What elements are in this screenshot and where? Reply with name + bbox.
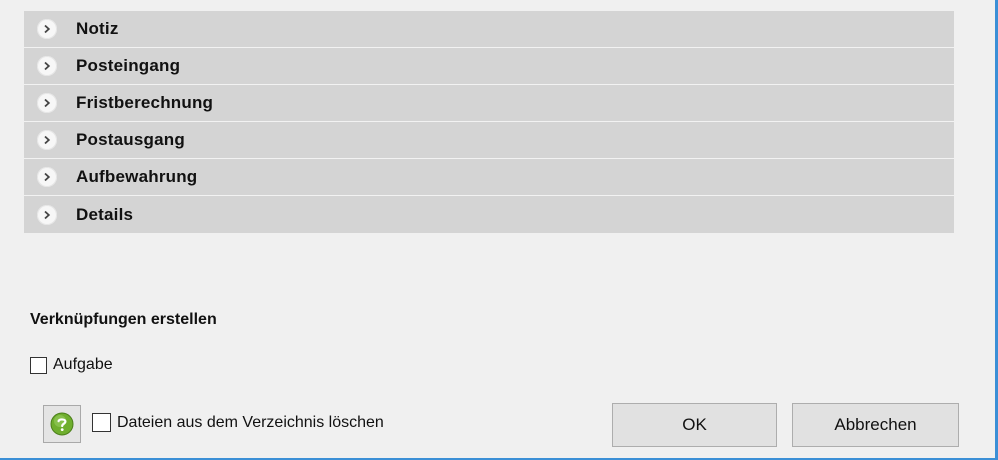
section-aufbewahrung[interactable]: Aufbewahrung — [24, 159, 954, 196]
chevron-right-icon — [37, 167, 57, 187]
chevron-right-icon — [37, 204, 57, 225]
section-label: Notiz — [76, 19, 119, 38]
section-notiz[interactable]: Notiz — [24, 11, 954, 48]
ok-button[interactable]: OK — [612, 403, 777, 447]
section-label: Aufbewahrung — [76, 167, 198, 186]
chevron-right-icon — [37, 93, 57, 113]
task-checkbox-row[interactable]: Aufgabe — [30, 356, 113, 374]
help-icon — [50, 412, 74, 436]
task-checkbox-label: Aufgabe — [53, 356, 113, 373]
delete-files-label: Dateien aus dem Verzeichnis löschen — [117, 413, 384, 431]
delete-files-checkbox[interactable] — [92, 413, 111, 432]
task-checkbox[interactable] — [30, 356, 47, 374]
cancel-button[interactable]: Abbrechen — [792, 403, 959, 447]
section-postausgang[interactable]: Postausgang — [24, 122, 954, 159]
chevron-right-icon — [37, 56, 57, 76]
delete-files-checkbox-row[interactable]: Dateien aus dem Verzeichnis löschen — [92, 413, 384, 432]
chevron-right-icon — [37, 19, 57, 39]
section-accordion: Notiz Posteingang Fristberechnung Postau… — [24, 11, 954, 233]
section-label: Posteingang — [76, 56, 181, 75]
section-label: Details — [76, 204, 134, 224]
chevron-right-icon — [37, 130, 57, 150]
links-heading: Verknüpfungen erstellen — [30, 311, 217, 328]
section-details[interactable]: Details — [24, 196, 954, 233]
help-button[interactable] — [43, 405, 81, 443]
section-label: Postausgang — [76, 130, 185, 149]
section-label: Fristberechnung — [76, 93, 214, 112]
section-posteingang[interactable]: Posteingang — [24, 48, 954, 85]
section-fristberechnung[interactable]: Fristberechnung — [24, 85, 954, 122]
